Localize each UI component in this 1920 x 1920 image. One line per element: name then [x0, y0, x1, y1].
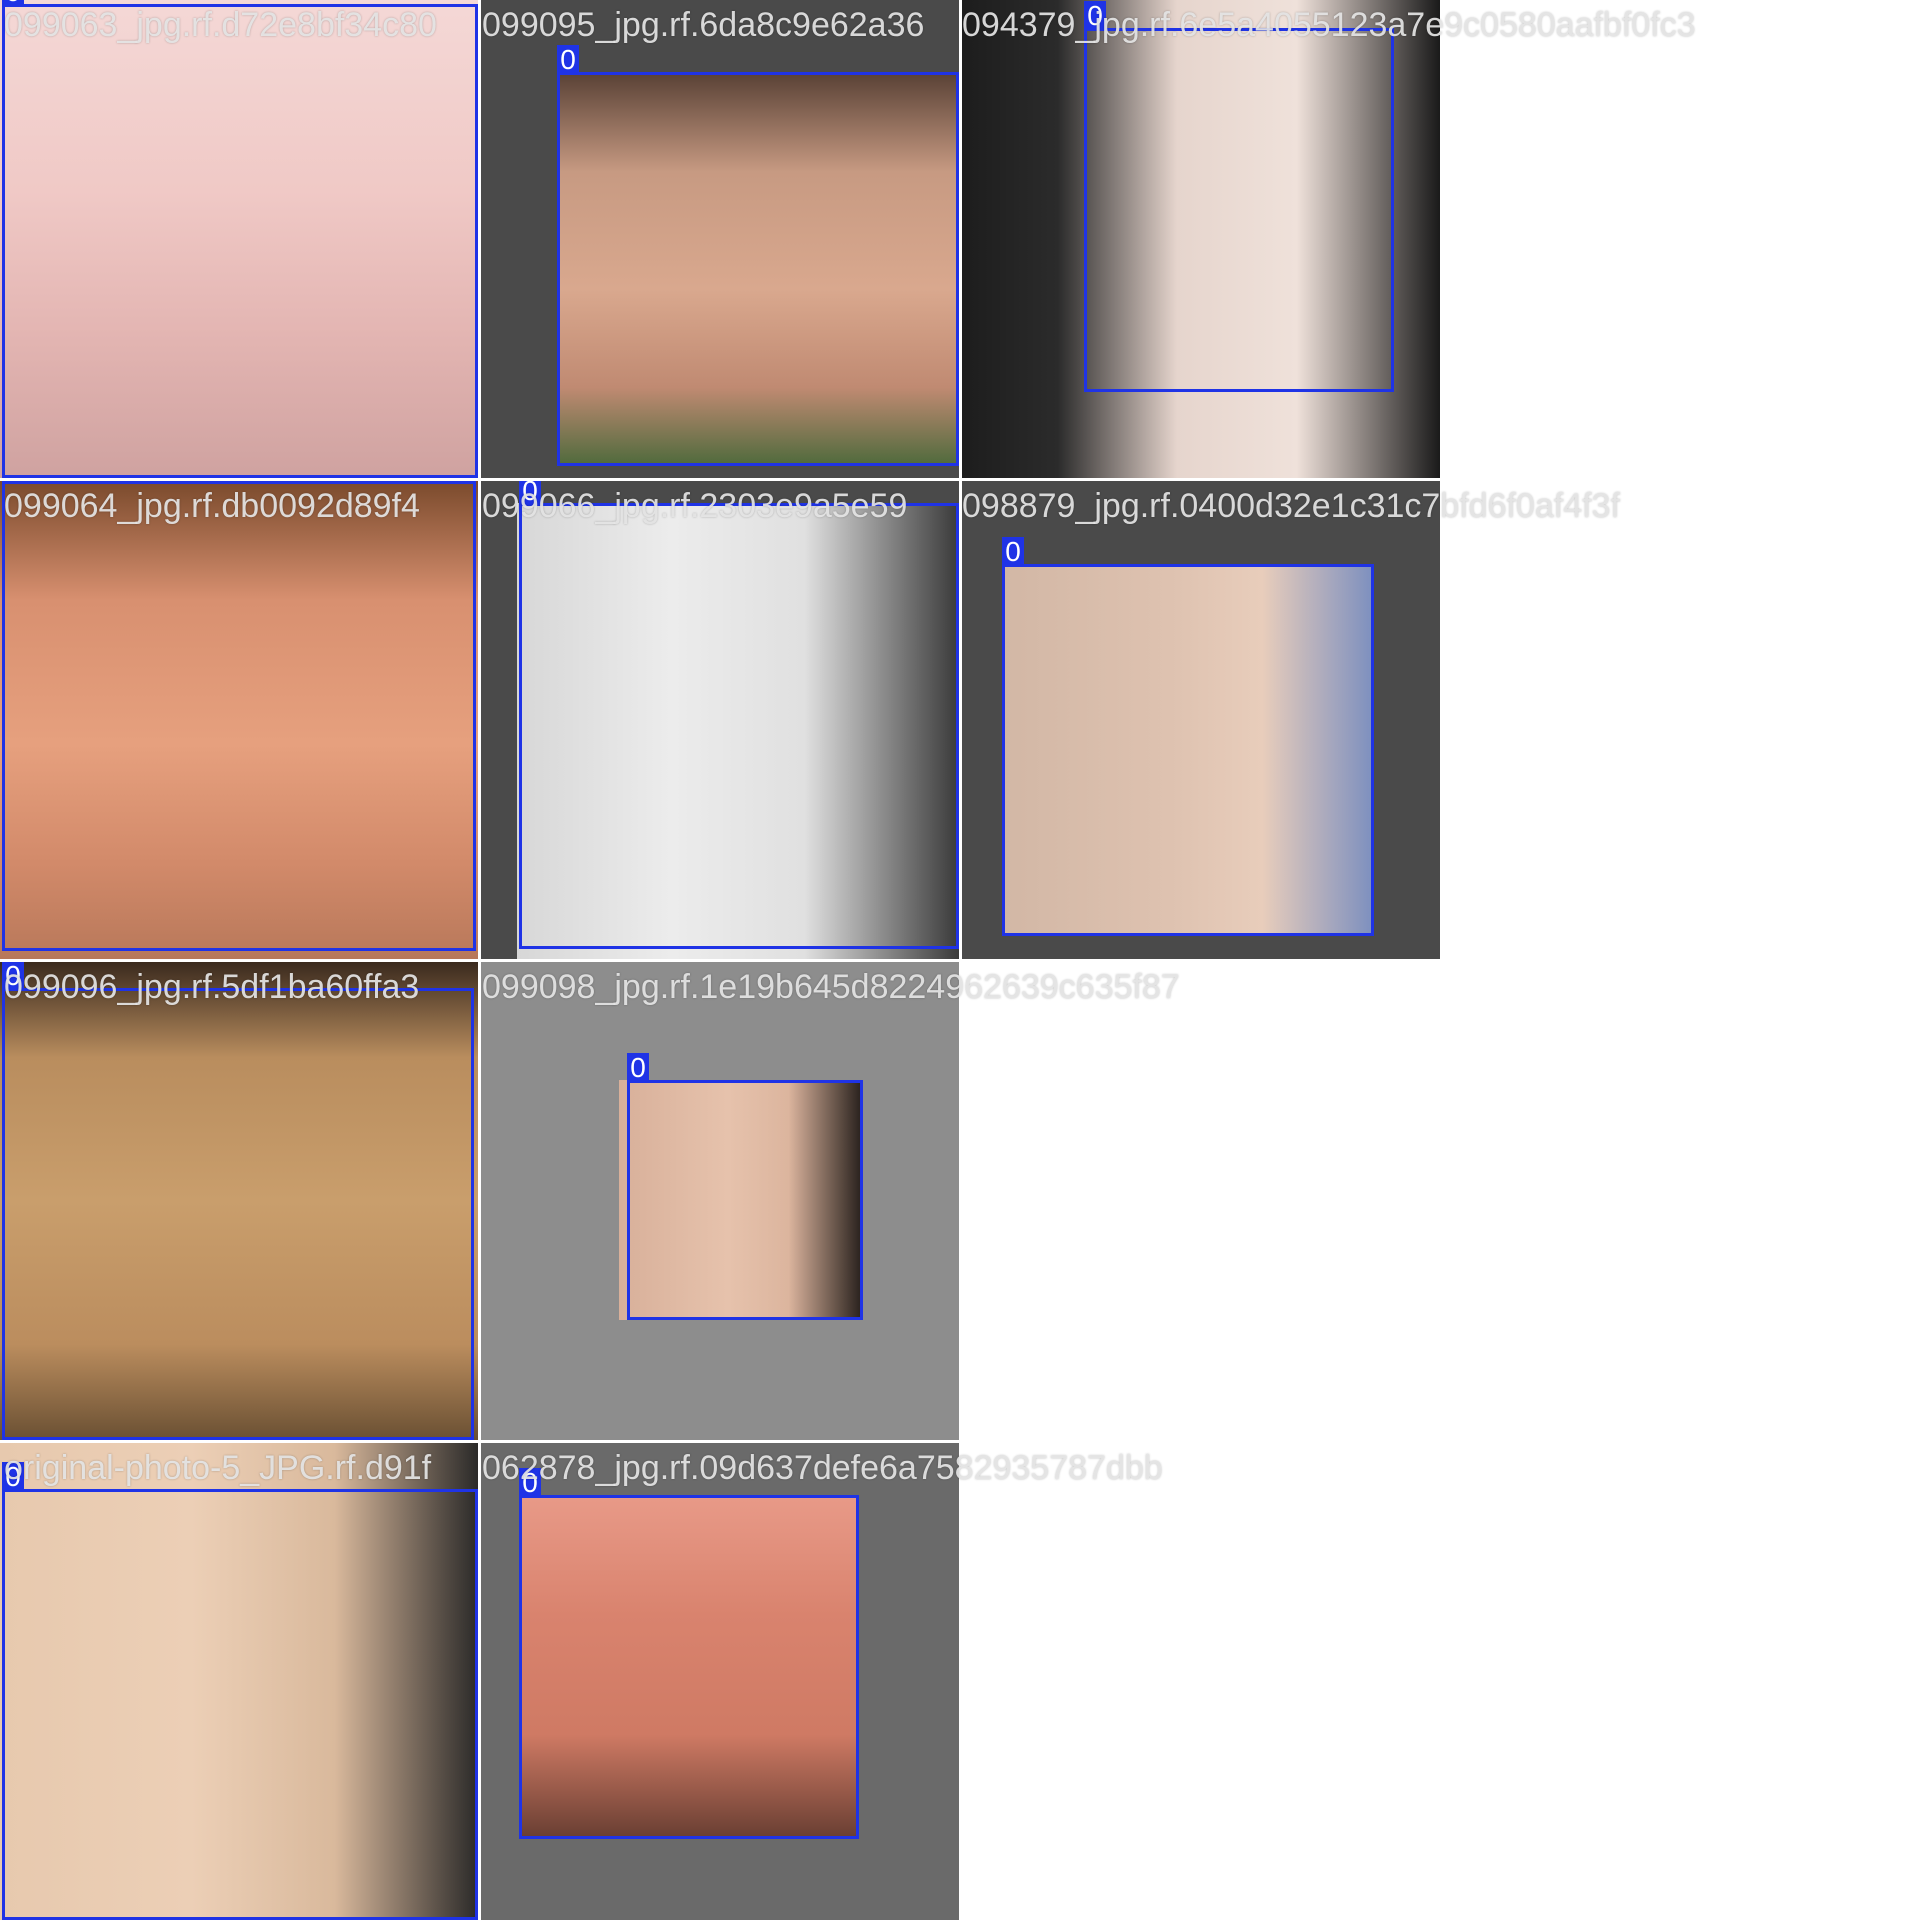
tile-10: 0 — [481, 1443, 959, 1920]
face-photo — [0, 0, 478, 478]
face-photo — [557, 74, 957, 466]
tile-9: 0 — [0, 1443, 478, 1920]
tile-7: 0 — [0, 962, 478, 1440]
face-photo — [517, 503, 959, 959]
tile-2: 0 — [481, 0, 959, 478]
grid-divider — [0, 478, 1440, 481]
tile-8: 0 — [481, 962, 959, 1440]
class-label: 0 — [1002, 537, 1024, 567]
face-photo — [0, 962, 478, 1440]
class-label: 0 — [519, 1468, 541, 1498]
mosaic-canvas: 0 0 0 0 0 0 0 0 099063_jpg.rf.d72e8bf34c… — [0, 0, 1920, 1920]
face-photo — [0, 481, 478, 959]
face-photo — [962, 0, 1440, 478]
tile-5: 0 — [481, 481, 959, 959]
face-photo — [0, 1443, 478, 1920]
tile-6: 0 — [962, 481, 1440, 959]
tile-1: 0 — [0, 0, 478, 478]
tile-4: 0 — [0, 481, 478, 959]
face-photo — [619, 1080, 861, 1320]
class-label: 0 — [627, 1053, 649, 1083]
face-photo — [1002, 564, 1374, 936]
grid-divider — [959, 0, 962, 962]
class-label: 0 — [557, 45, 579, 75]
grid-divider — [0, 1440, 962, 1443]
face-photo — [521, 1495, 859, 1837]
tile-3: 0 — [962, 0, 1440, 478]
grid-divider — [0, 959, 1440, 962]
